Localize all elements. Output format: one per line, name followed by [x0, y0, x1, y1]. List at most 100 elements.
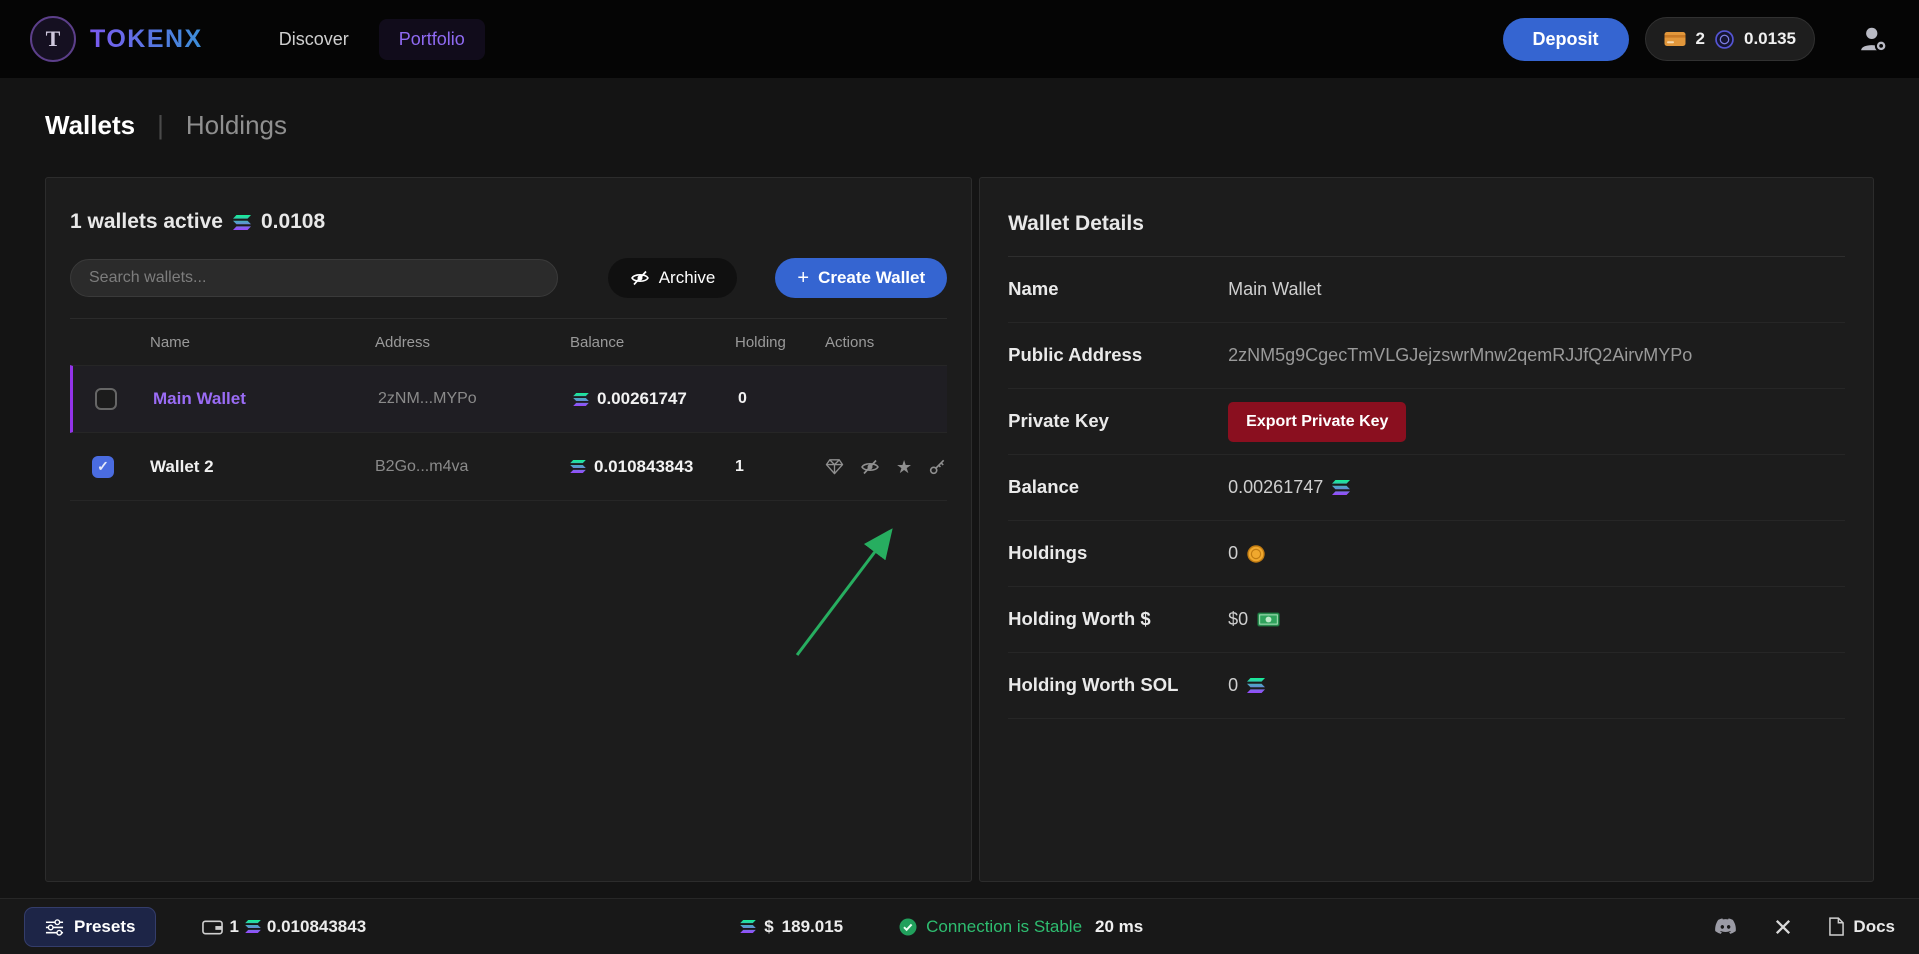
wallets-controls: Archive + Create Wallet [70, 258, 947, 298]
col-actions: Actions [825, 334, 947, 351]
sol-icon [245, 920, 261, 933]
create-wallet-button[interactable]: + Create Wallet [775, 258, 947, 298]
detail-label: Holding Worth SOL [1008, 673, 1228, 698]
detail-value-public-address: 2zNM5g9CgecTmVLGJejzswrMnw2qemRJJfQ2Airv… [1228, 345, 1845, 366]
docs-link[interactable]: Docs [1829, 917, 1895, 937]
x-twitter-icon[interactable] [1775, 919, 1791, 935]
price-currency: $ [764, 917, 773, 937]
sol-icon [740, 920, 756, 933]
detail-row-name: Name Main Wallet [1008, 257, 1845, 323]
top-bar: T TOKENX Discover Portfolio Deposit 2 0.… [0, 0, 1919, 78]
footer-links: Docs [1714, 917, 1895, 937]
plus-icon: + [797, 268, 809, 288]
wallet-row-wallet-2[interactable]: ✓ Wallet 2 B2Go...m4va 0.010843843 1 [70, 433, 947, 501]
details-title: Wallet Details [1008, 202, 1845, 257]
wallet-balance: 0.010843843 [594, 457, 693, 477]
presets-sliders-icon [45, 918, 64, 936]
archive-label: Archive [659, 268, 716, 288]
wallet-balance: 0.00261747 [597, 389, 687, 409]
search-wallets-input[interactable] [70, 259, 558, 297]
wallet-name: Wallet 2 [150, 457, 375, 477]
hide-wallet-eye-off-icon[interactable] [860, 457, 880, 477]
export-key-icon[interactable] [928, 457, 947, 476]
wallet-name: Main Wallet [153, 389, 378, 409]
wallet-icon [202, 918, 223, 936]
portfolio-page: Wallets | Holdings 1 wallets active 0.01… [0, 110, 1919, 882]
col-name: Name [150, 334, 375, 351]
presets-button[interactable]: Presets [24, 907, 156, 947]
detail-label: Public Address [1008, 343, 1228, 368]
tab-wallets[interactable]: Wallets [45, 110, 135, 141]
coin-icon [1247, 545, 1265, 563]
col-balance: Balance [570, 334, 735, 351]
wallet-checkbox[interactable] [95, 388, 117, 410]
sol-icon [1332, 480, 1350, 495]
balance-pill[interactable]: 2 0.0135 [1645, 17, 1815, 61]
money-icon [1257, 612, 1280, 627]
discord-icon[interactable] [1714, 918, 1737, 936]
brand-logo[interactable]: T [30, 16, 76, 62]
nav-portfolio[interactable]: Portfolio [379, 19, 485, 60]
footer-wallet-stat: 1 0.010843843 [202, 917, 366, 937]
wallets-panel: 1 wallets active 0.0108 Archive [45, 177, 972, 882]
wallets-active-count: 1 wallets active [70, 210, 223, 234]
tab-holdings[interactable]: Holdings [186, 110, 287, 141]
wallets-table-header: Name Address Balance Holding Actions [70, 319, 947, 365]
wallet-actions: ★ [825, 457, 947, 477]
detail-label: Holding Worth $ [1008, 607, 1228, 632]
connection-text: Connection is Stable [926, 917, 1082, 937]
pill-sol-amount: 0.0135 [1744, 29, 1796, 49]
presets-label: Presets [74, 917, 135, 937]
wallets-active-sol: 0.0108 [261, 210, 325, 234]
deposit-button[interactable]: Deposit [1503, 18, 1629, 61]
check-circle-icon [899, 918, 917, 936]
detail-label: Holdings [1008, 541, 1228, 566]
detail-row-holdings: Holdings 0 [1008, 521, 1845, 587]
detail-row-public-address: Public Address 2zNM5g9CgecTmVLGJejzswrMn… [1008, 323, 1845, 389]
token-coin-icon [1715, 30, 1734, 49]
sol-icon [1247, 678, 1265, 693]
col-address: Address [375, 334, 570, 351]
detail-row-balance: Balance 0.00261747 [1008, 455, 1845, 521]
page-tabs: Wallets | Holdings [45, 110, 1874, 141]
favorite-star-icon[interactable]: ★ [896, 458, 912, 476]
detail-value-name: Main Wallet [1228, 279, 1845, 300]
nav-discover[interactable]: Discover [259, 19, 369, 60]
footer-wallet-count: 1 [229, 917, 238, 937]
footer-wallet-sol: 0.010843843 [267, 917, 366, 937]
detail-value-holdings: 0 [1228, 543, 1238, 564]
detail-row-holding-worth-usd: Holding Worth $ $0 [1008, 587, 1845, 653]
card-count: 2 [1696, 29, 1705, 49]
gem-icon[interactable] [825, 457, 844, 476]
detail-label: Balance [1008, 475, 1228, 500]
status-bar: Presets 1 0.010843843 $ 189.015 Connecti… [0, 898, 1919, 954]
document-icon [1829, 917, 1844, 936]
sol-icon [233, 215, 251, 230]
panels: 1 wallets active 0.0108 Archive [45, 177, 1874, 882]
sol-price: $ 189.015 [740, 917, 843, 937]
col-holding: Holding [735, 334, 825, 351]
price-value: 189.015 [782, 917, 843, 937]
export-private-key-button[interactable]: Export Private Key [1228, 402, 1406, 442]
wallet-row-main-wallet[interactable]: Main Wallet 2zNM...MYPo 0.00261747 0 [70, 365, 947, 433]
wallet-holding: 0 [738, 390, 828, 408]
docs-label: Docs [1853, 917, 1895, 937]
eye-off-icon [630, 268, 650, 288]
brand-name: TOKENX [90, 25, 203, 54]
connection-status: Connection is Stable 20 ms [899, 917, 1143, 937]
detail-value-balance: 0.00261747 [1228, 477, 1323, 498]
sol-icon [570, 460, 586, 473]
wallet-checkbox[interactable]: ✓ [92, 456, 114, 478]
wallet-details-panel: Wallet Details Name Main Wallet Public A… [979, 177, 1874, 882]
detail-label: Private Key [1008, 409, 1228, 434]
detail-row-holding-worth-sol: Holding Worth SOL 0 [1008, 653, 1845, 719]
detail-value-worth-sol: 0 [1228, 675, 1238, 696]
archive-button[interactable]: Archive [608, 258, 738, 298]
wallet-address: 2zNM...MYPo [378, 390, 573, 408]
latency: 20 ms [1095, 917, 1143, 937]
tab-separator: | [157, 110, 164, 141]
account-settings-icon[interactable] [1857, 24, 1889, 54]
wallet-holding: 1 [735, 458, 825, 476]
detail-value-worth-usd: $0 [1228, 609, 1248, 630]
top-bar-right: Deposit 2 0.0135 [1503, 17, 1889, 61]
